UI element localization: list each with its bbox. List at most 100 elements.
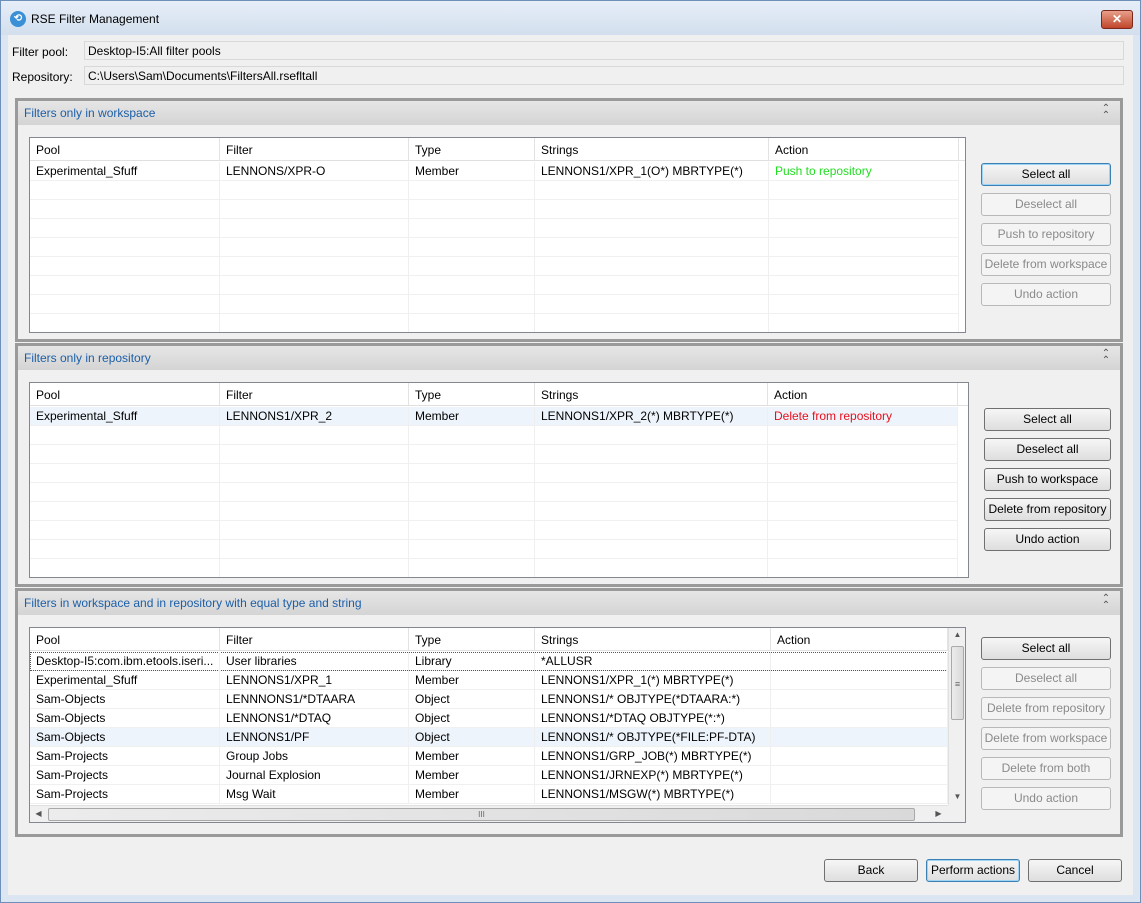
delete-from-repository-button[interactable]: Delete from repository	[981, 697, 1111, 720]
empty-row	[30, 502, 958, 521]
cell-type: Member	[409, 766, 535, 785]
col-type[interactable]: Type	[409, 383, 535, 405]
both-equal-table[interactable]: Pool Filter Type Strings Action Desktop-…	[29, 627, 966, 823]
undo-action-button[interactable]: Undo action	[981, 283, 1111, 306]
table-row[interactable]: Desktop-I5:com.ibm.etools.iseri... User …	[30, 652, 948, 671]
cell-pool: Sam-Objects	[30, 728, 220, 747]
empty-row	[30, 521, 958, 540]
col-type[interactable]: Type	[409, 138, 535, 160]
empty-row	[30, 181, 959, 200]
delete-from-workspace-button[interactable]: Delete from workspace	[981, 253, 1111, 276]
close-button[interactable]: ✕	[1101, 10, 1133, 29]
dialog-content: Filter pool: Desktop-I5:All filter pools…	[8, 35, 1133, 895]
cell-pool: Sam-Projects	[30, 785, 220, 804]
col-action[interactable]: Action	[769, 138, 959, 160]
cancel-button[interactable]: Cancel	[1028, 859, 1122, 882]
dialog-window: ⟲ RSE Filter Management ✕ Filter pool: D…	[0, 0, 1141, 903]
collapse-icon[interactable]: ⌃ ⌃	[1100, 594, 1112, 611]
section-header[interactable]: Filters in workspace and in repository w…	[18, 591, 1120, 615]
select-all-button[interactable]: Select all	[981, 637, 1111, 660]
table-row[interactable]: Sam-Objects LENNNONS1/*DTAARA Object LEN…	[30, 690, 948, 709]
cell-filter: Msg Wait	[220, 785, 409, 804]
delete-from-workspace-button[interactable]: Delete from workspace	[981, 727, 1111, 750]
scroll-down-icon[interactable]: ▼	[949, 792, 965, 801]
table-header: Pool Filter Type Strings Action	[30, 383, 968, 406]
col-filter[interactable]: Filter	[220, 138, 409, 160]
section-header[interactable]: Filters only in workspace ⌃ ⌃	[18, 101, 1120, 125]
deselect-all-button[interactable]: Deselect all	[981, 193, 1111, 216]
horizontal-scroll-thumb[interactable]: III	[48, 808, 915, 821]
col-pool[interactable]: Pool	[30, 628, 220, 650]
col-action[interactable]: Action	[771, 628, 948, 650]
cell-action[interactable]	[771, 747, 948, 766]
push-to-repository-button[interactable]: Push to repository	[981, 223, 1111, 246]
empty-row	[30, 464, 958, 483]
push-to-workspace-button[interactable]: Push to workspace	[984, 468, 1111, 491]
cell-pool: Experimental_Sfuff	[30, 162, 220, 181]
table-row[interactable]: Sam-Projects Group Jobs Member LENNONS1/…	[30, 747, 948, 766]
cell-filter: LENNONS1/XPR_1	[220, 671, 409, 690]
col-strings[interactable]: Strings	[535, 383, 768, 405]
cell-action[interactable]	[771, 766, 948, 785]
scroll-right-icon[interactable]: ▶	[930, 809, 947, 818]
table-row[interactable]: Experimental_Sfuff LENNONS1/XPR_1 Member…	[30, 671, 948, 690]
table-row[interactable]: Sam-Projects Msg Wait Member LENNONS1/MS…	[30, 785, 948, 804]
filter-pool-field[interactable]: Desktop-I5:All filter pools	[84, 41, 1124, 60]
undo-action-button[interactable]: Undo action	[981, 787, 1111, 810]
collapse-icon[interactable]: ⌃ ⌃	[1100, 104, 1112, 121]
table-row[interactable]: Sam-Objects LENNONS1/PF Object LENNONS1/…	[30, 728, 948, 747]
perform-actions-button[interactable]: Perform actions	[926, 859, 1020, 882]
deselect-all-button[interactable]: Deselect all	[984, 438, 1111, 461]
cell-action[interactable]	[771, 709, 948, 728]
horizontal-scrollbar[interactable]: ◀ III ▶	[30, 805, 948, 822]
section-header[interactable]: Filters only in repository ⌃ ⌃	[18, 346, 1120, 370]
col-strings[interactable]: Strings	[535, 628, 771, 650]
scroll-left-icon[interactable]: ◀	[30, 809, 47, 818]
cell-filter: Journal Explosion	[220, 766, 409, 785]
delete-from-both-button[interactable]: Delete from both	[981, 757, 1111, 780]
back-button[interactable]: Back	[824, 859, 918, 882]
table-header: Pool Filter Type Strings Action	[30, 138, 965, 161]
cell-action[interactable]	[771, 690, 948, 709]
col-pool[interactable]: Pool	[30, 138, 220, 160]
cell-action[interactable]	[771, 652, 948, 671]
col-filter[interactable]: Filter	[220, 628, 409, 650]
cell-pool: Experimental_Sfuff	[30, 671, 220, 690]
table-row[interactable]: Sam-Objects LENNONS1/*DTAQ Object LENNON…	[30, 709, 948, 728]
vertical-scrollbar[interactable]: ▲ ≡ ▼	[948, 628, 965, 805]
cell-type: Member	[409, 747, 535, 766]
cell-action[interactable]	[771, 671, 948, 690]
table-row[interactable]: Experimental_Sfuff LENNONS1/XPR_2 Member…	[30, 407, 958, 426]
workspace-only-table[interactable]: Pool Filter Type Strings Action Experime…	[29, 137, 966, 333]
col-strings[interactable]: Strings	[535, 138, 769, 160]
repository-field[interactable]: C:\Users\Sam\Documents\FiltersAll.rseflt…	[84, 66, 1124, 85]
cell-strings: LENNONS1/XPR_2(*) MBRTYPE(*)	[535, 407, 768, 426]
col-pool[interactable]: Pool	[30, 383, 220, 405]
select-all-button[interactable]: Select all	[981, 163, 1111, 186]
cell-action[interactable]	[771, 728, 948, 747]
delete-from-repository-button[interactable]: Delete from repository	[984, 498, 1111, 521]
cell-filter: LENNONS1/XPR_2	[220, 407, 409, 426]
table-header: Pool Filter Type Strings Action	[30, 628, 948, 651]
empty-row	[30, 295, 959, 314]
col-action[interactable]: Action	[768, 383, 958, 405]
deselect-all-button[interactable]: Deselect all	[981, 667, 1111, 690]
undo-action-button[interactable]: Undo action	[984, 528, 1111, 551]
empty-row	[30, 540, 958, 559]
cell-action[interactable]	[771, 785, 948, 804]
empty-row	[30, 200, 959, 219]
cell-action[interactable]: Push to repository	[769, 162, 959, 181]
cell-filter: LENNONS1/PF	[220, 728, 409, 747]
col-type[interactable]: Type	[409, 628, 535, 650]
repository-only-table[interactable]: Pool Filter Type Strings Action Experime…	[29, 382, 969, 578]
section-title: Filters only in workspace	[24, 106, 156, 120]
col-filter[interactable]: Filter	[220, 383, 409, 405]
cell-strings: LENNONS1/MSGW(*) MBRTYPE(*)	[535, 785, 771, 804]
scroll-up-icon[interactable]: ▲	[949, 630, 965, 639]
select-all-button[interactable]: Select all	[984, 408, 1111, 431]
table-row[interactable]: Sam-Projects Journal Explosion Member LE…	[30, 766, 948, 785]
table-row[interactable]: Experimental_Sfuff LENNONS/XPR-O Member …	[30, 162, 959, 181]
scroll-thumb[interactable]: ≡	[951, 646, 964, 720]
collapse-icon[interactable]: ⌃ ⌃	[1100, 349, 1112, 366]
cell-action[interactable]: Delete from repository	[768, 407, 958, 426]
